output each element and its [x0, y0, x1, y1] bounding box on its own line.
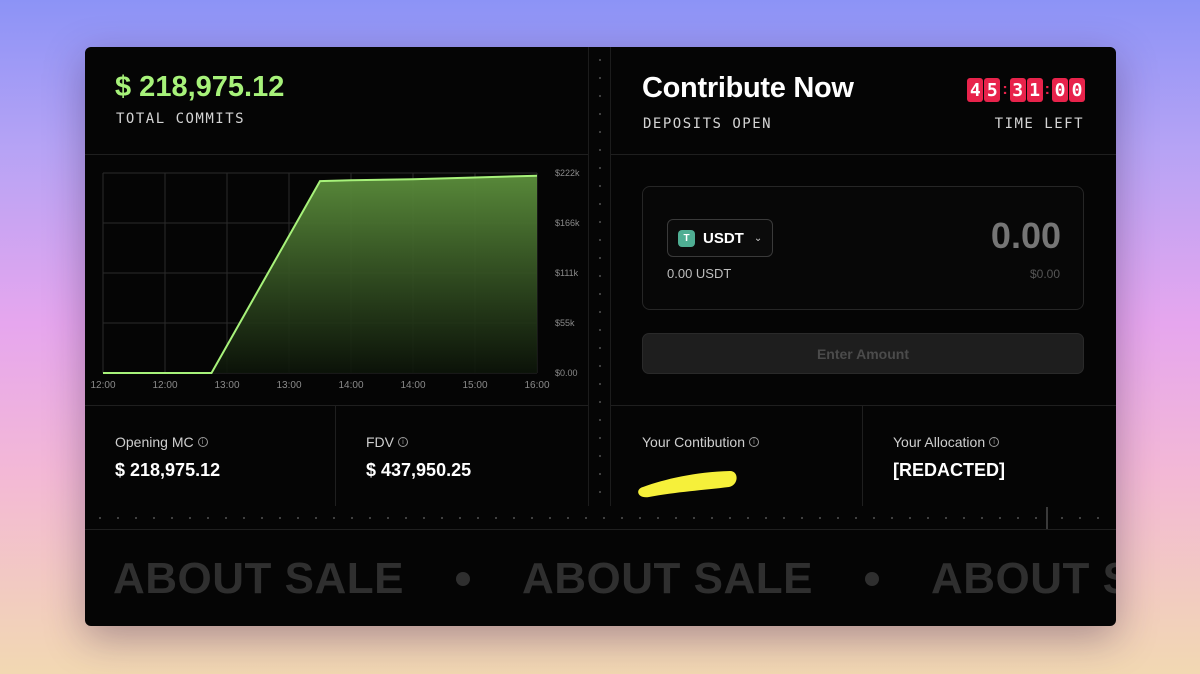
contribute-title: Contribute Now [642, 72, 854, 104]
x-tick-label: 14:00 [400, 380, 425, 391]
token-name: USDT [703, 229, 744, 247]
marquee-text: ABOUT SALE [931, 554, 1116, 603]
timer-digit: 0 [1052, 78, 1068, 102]
deposits-status: DEPOSITS OPEN [643, 116, 773, 132]
contribute-header: Contribute Now DEPOSITS OPEN 4 5 : 3 1 :… [611, 47, 1116, 155]
total-commits-panel: $ 218,975.12 TOTAL COMMITS [85, 47, 588, 155]
opening-mc-label: Opening MC [115, 434, 194, 450]
amount-input[interactable] [841, 215, 1061, 257]
timer-colon: : [1002, 81, 1008, 98]
tether-icon: T [678, 229, 695, 247]
x-tick-label: 13:00 [214, 380, 239, 391]
fdv-stat: FDV i $ 437,950.25 [336, 405, 588, 506]
chevron-down-icon: ⌄ [753, 232, 763, 244]
timer-digit: 4 [967, 78, 984, 102]
total-commits-value: $ 218,975.12 [115, 71, 285, 103]
y-tick-label: $0.00 [555, 368, 578, 378]
vertical-divider [588, 47, 611, 506]
about-sale-marquee[interactable]: ABOUT SALE ABOUT SALE ABOUT SALE [85, 530, 1116, 626]
x-tick-label: 16:00 [524, 380, 549, 391]
timer-digit: 1 [1026, 78, 1043, 102]
amount-usd-value: $0.00 [1029, 267, 1060, 281]
your-contribution-label: Your Contibution [642, 434, 746, 450]
marquee-bullet [456, 572, 470, 586]
dotted-separator [85, 506, 1116, 530]
enter-amount-button[interactable]: Enter Amount [642, 333, 1084, 374]
timer-digit: 0 [1069, 78, 1085, 102]
fdv-value: $ 437,950.25 [366, 460, 472, 480]
sale-window: $ 218,975.12 TOTAL COMMITS $222k $166k $11… [85, 47, 1116, 626]
your-allocation-label: Your Allocation [893, 434, 986, 450]
x-tick-label: 13:00 [276, 380, 301, 391]
time-left-label: TIME LEFT [994, 116, 1084, 132]
x-tick-label: 15:00 [462, 380, 487, 391]
x-tick-label: 14:00 [338, 380, 363, 391]
timer-colon: : [1044, 81, 1050, 98]
info-icon[interactable]: i [749, 437, 760, 447]
timer-digit: 5 [984, 78, 1001, 102]
x-tick-label: 12:00 [152, 380, 177, 391]
token-balance: 0.00 USDT [667, 266, 732, 281]
opening-mc-stat: Opening MC i $ 218,975.12 [85, 405, 336, 506]
total-commits-label: TOTAL COMMITS [116, 111, 246, 127]
marquee-bullet [865, 572, 879, 586]
info-icon[interactable]: i [989, 437, 1000, 447]
timer-digit: 3 [1009, 78, 1026, 102]
marquee-text: ABOUT SALE [522, 554, 813, 603]
your-allocation-value: [REDACTED] [893, 460, 1005, 480]
commits-area [103, 175, 537, 373]
countdown-timer: 4 5 : 3 1 : 0 0 [967, 78, 1085, 102]
deposit-input-card: T USDT ⌄ 0.00 USDT $0.00 [642, 186, 1084, 310]
x-tick-label: 12:00 [90, 380, 115, 391]
commits-chart-svg: $222k $166k $111k $55k $0.00 12:00 12:00 13:00 1… [90, 168, 580, 391]
marquee-text: ABOUT SALE [113, 554, 404, 603]
token-select[interactable]: T USDT ⌄ [667, 219, 773, 257]
info-icon[interactable]: i [398, 437, 408, 447]
commits-chart: $222k $166k $111k $55k $0.00 12:00 12:00 13:00 1… [85, 155, 588, 405]
redaction-highlight [638, 471, 737, 498]
y-tick-label: $166k [555, 218, 580, 228]
opening-mc-value: $ 218,975.12 [115, 460, 221, 480]
y-tick-label: $55k [555, 318, 575, 328]
your-allocation-stat: Your Allocation i [REDACTED] [863, 405, 1116, 506]
fdv-label: FDV [366, 434, 394, 450]
info-icon[interactable]: i [197, 437, 208, 447]
y-tick-label: $111k [555, 268, 579, 278]
y-tick-label: $222k [555, 168, 580, 178]
